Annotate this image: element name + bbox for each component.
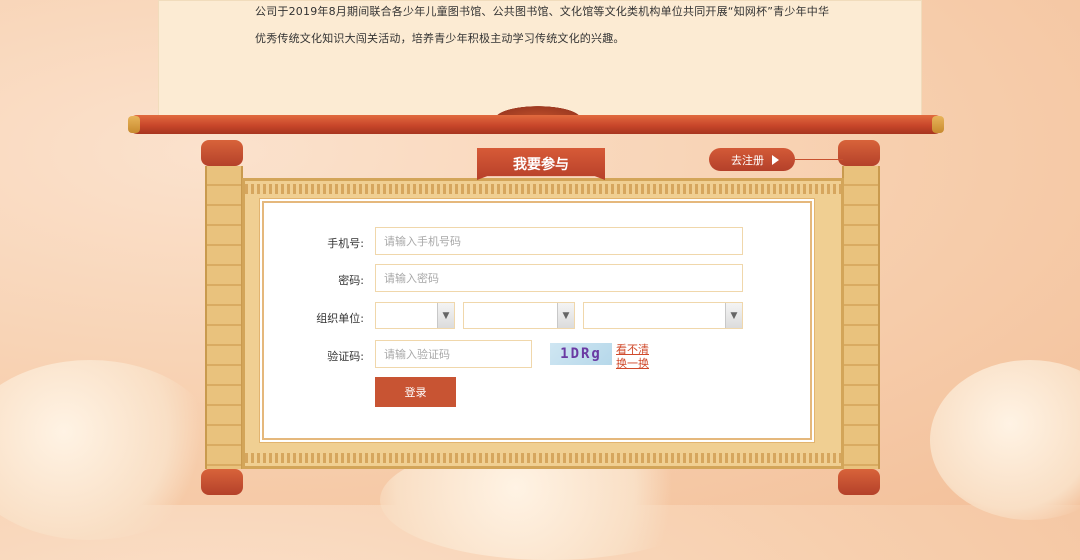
captcha-input[interactable] <box>375 340 532 368</box>
pole-body <box>205 166 243 469</box>
register-button-label: 去注册 <box>731 153 764 167</box>
cloud-decoration-left <box>0 360 220 540</box>
play-arrow-icon <box>772 154 779 165</box>
pole-cap-top <box>838 140 880 166</box>
captcha-image[interactable]: 1DRg <box>550 343 612 365</box>
register-connector-line <box>795 159 843 160</box>
org-label: 组织单位: <box>316 312 364 325</box>
captcha-label: 验证码: <box>327 350 364 363</box>
scroll-top-rod <box>128 115 944 134</box>
org-select-province[interactable]: ▼ <box>375 302 455 329</box>
register-button[interactable]: 去注册 <box>709 148 795 171</box>
scroll-pole-right <box>838 140 880 495</box>
scroll-pole-left <box>201 140 243 495</box>
intro-text-line-2: 优秀传统文化知识大闯关活动，培养青少年积极主动学习传统文化的兴趣。 <box>255 32 625 45</box>
meander-border-bottom <box>245 453 841 463</box>
chevron-down-icon: ▼ <box>557 303 574 328</box>
login-button[interactable]: 登录 <box>375 377 456 407</box>
cloud-decoration-right <box>930 360 1080 520</box>
phone-input[interactable] <box>375 227 743 255</box>
org-select-unit[interactable]: ▼ <box>583 302 743 329</box>
captcha-refresh-link-2[interactable]: 换一换 <box>616 355 649 371</box>
rod-cap-left <box>128 116 140 133</box>
org-select-city[interactable]: ▼ <box>463 302 575 329</box>
rod-cap-right <box>932 116 944 133</box>
password-label: 密码: <box>338 274 364 287</box>
password-input[interactable] <box>375 264 743 292</box>
chevron-down-icon: ▼ <box>725 303 742 328</box>
meander-border-top <box>245 184 841 194</box>
pole-cap-bottom <box>838 469 880 495</box>
pole-cap-bottom <box>201 469 243 495</box>
intro-text-line-1: 公司于2019年8月期间联合各少年儿童图书馆、公共图书馆、文化馆等文化类机构单位… <box>255 5 830 18</box>
chevron-down-icon: ▼ <box>437 303 454 328</box>
participate-title: 我要参与 <box>477 148 605 180</box>
phone-label: 手机号: <box>327 237 364 250</box>
pole-body <box>842 166 880 469</box>
pole-cap-top <box>201 140 243 166</box>
